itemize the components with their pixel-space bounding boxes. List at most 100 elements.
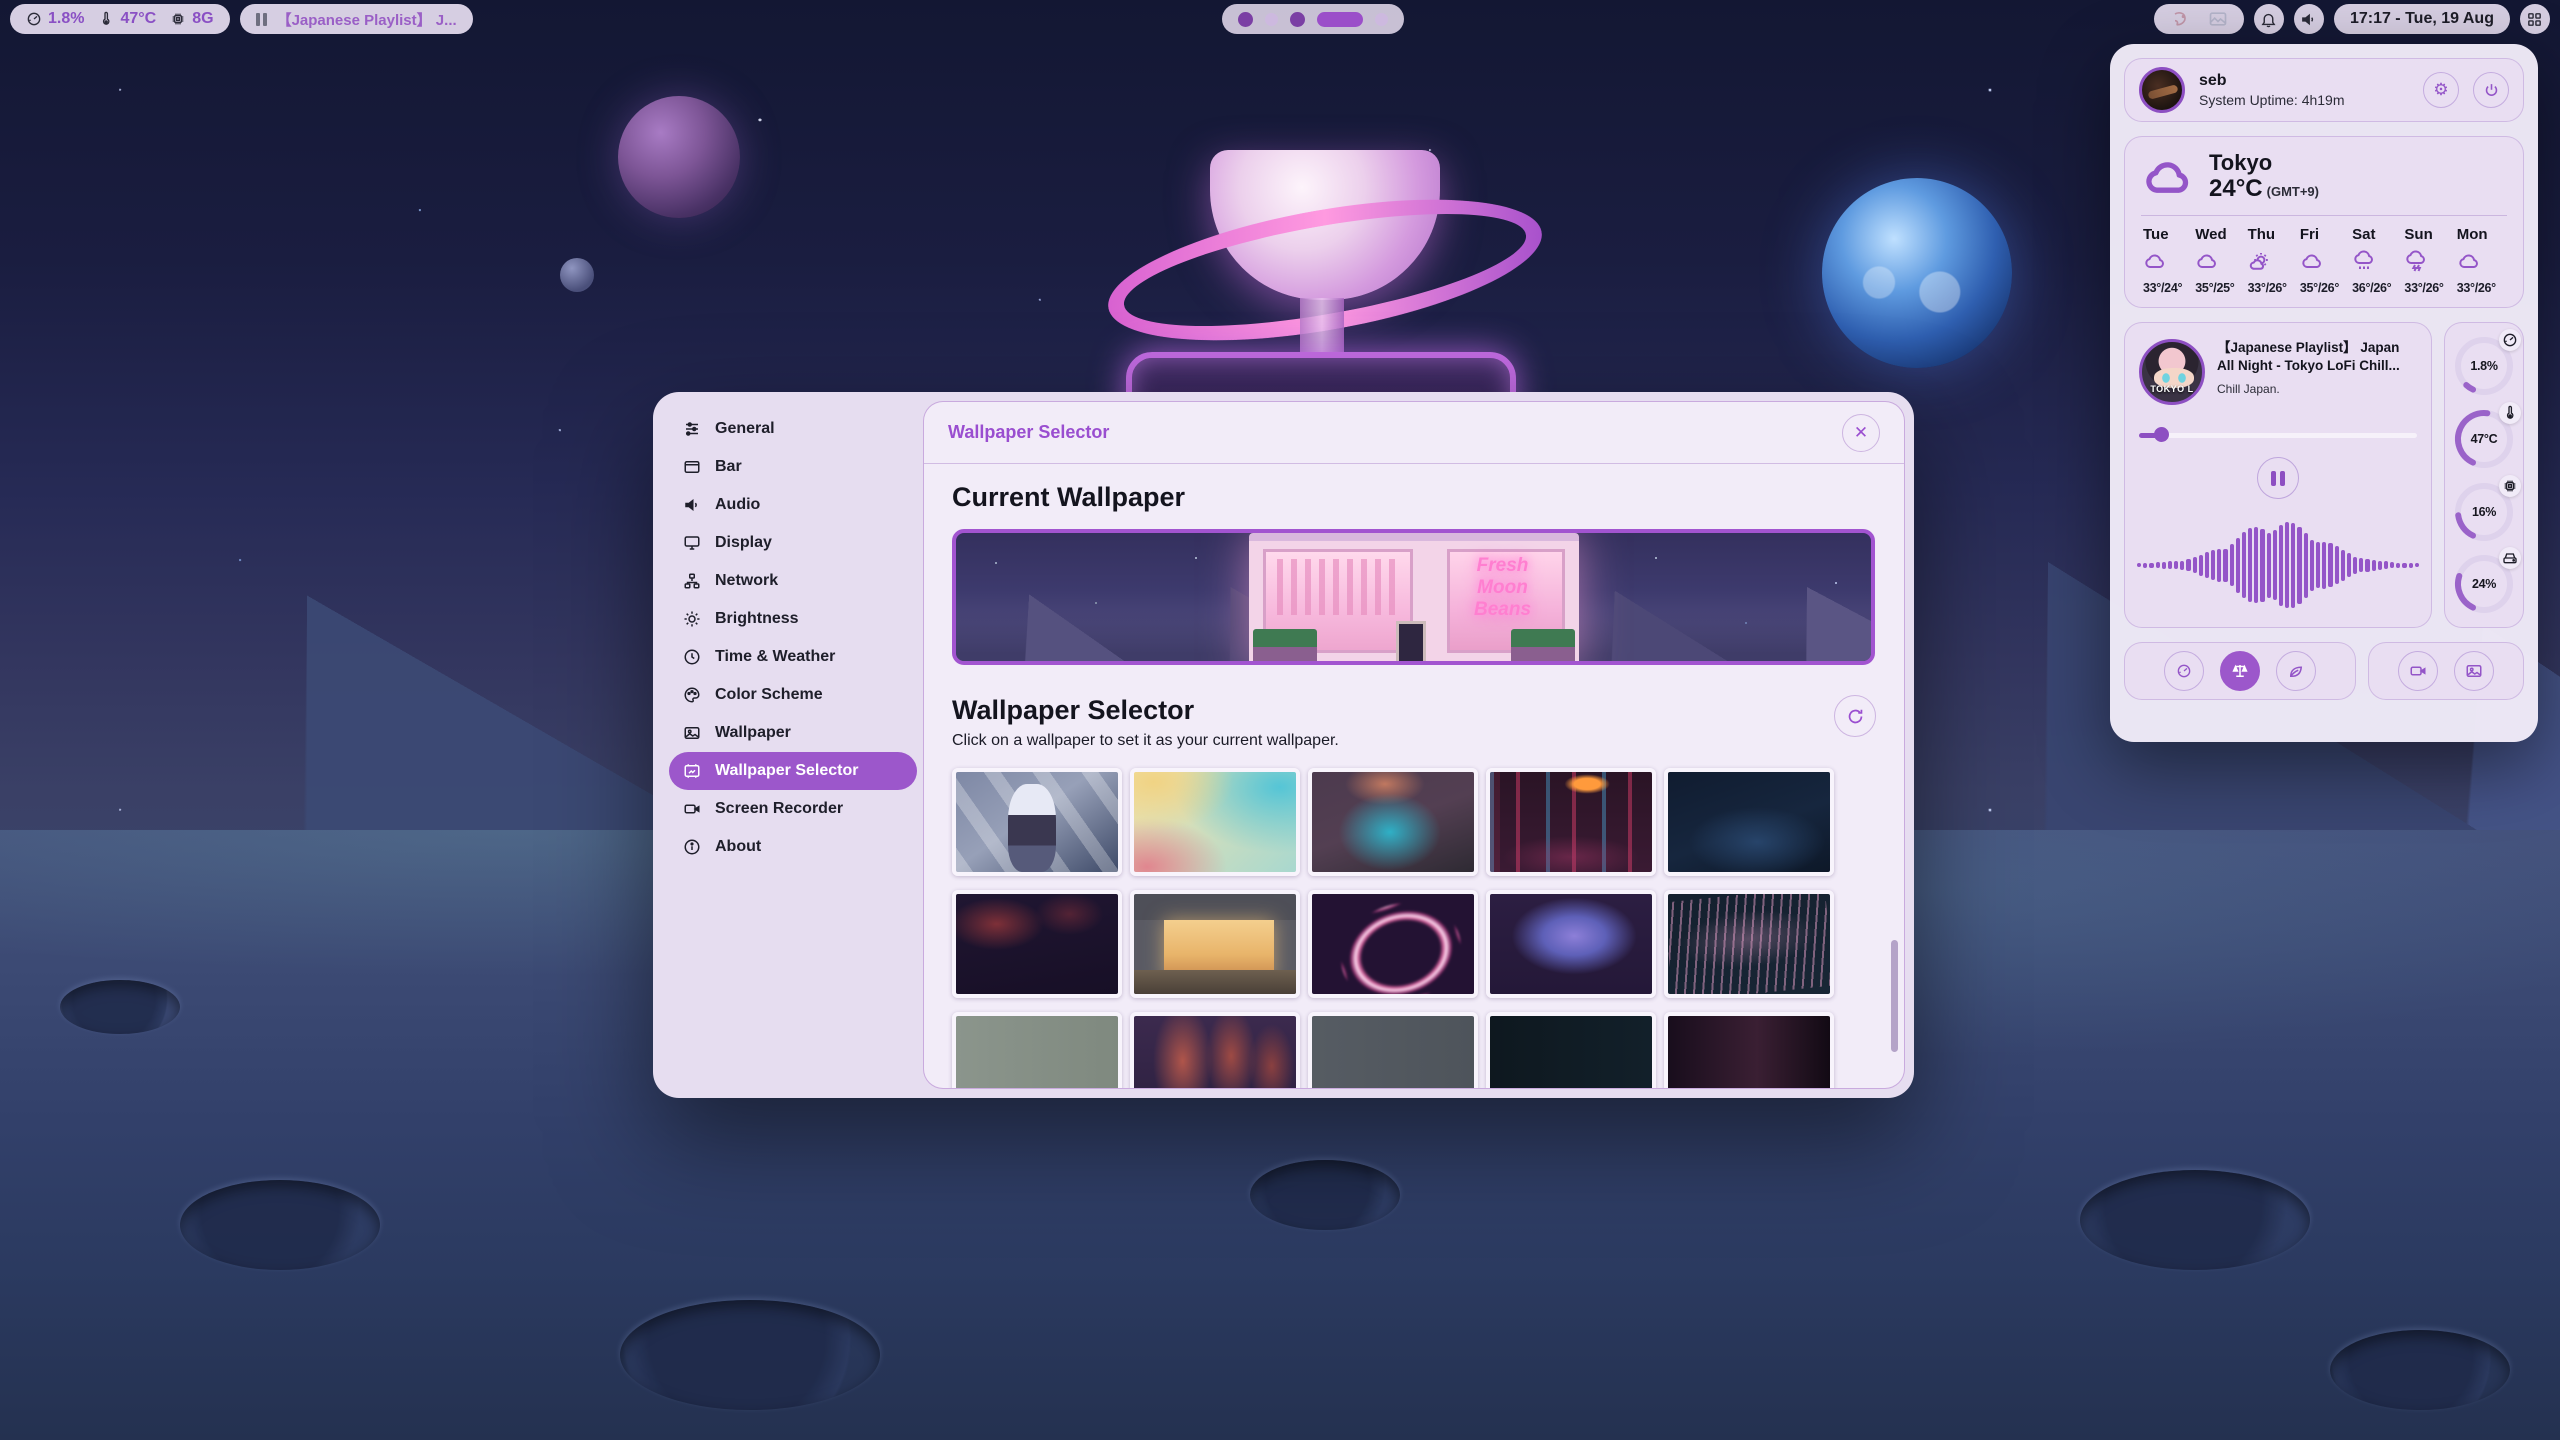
sidebar-item-brightness[interactable]: Brightness (669, 600, 917, 638)
saturn-cup-art (1160, 150, 1490, 340)
sidebar-item-wallpaper-selector[interactable]: Wallpaper Selector (669, 752, 917, 790)
wallpaper-thumb-purple-ring[interactable] (1308, 890, 1478, 998)
weather-temp: 24°C (2209, 175, 2263, 202)
media-player-card: TOKYO L 【Japanese Playlist】 Japan All Ni… (2124, 322, 2432, 628)
power-button[interactable] (2473, 72, 2509, 108)
cloud-icon (2195, 250, 2219, 274)
sidebar-item-time-weather[interactable]: Time & Weather (669, 638, 917, 676)
network-icon (683, 572, 701, 590)
media-pill[interactable]: 【Japanese Playlist】 J... (240, 4, 473, 34)
shrimp-app-icon[interactable] (2170, 9, 2190, 29)
wallpaper-thumb-mesh-wave[interactable] (1664, 890, 1834, 998)
gauge-icon (2499, 329, 2521, 351)
performance-button[interactable] (2164, 651, 2204, 691)
close-icon: ✕ (1854, 423, 1868, 443)
settings-gear-button[interactable]: ⚙ (2423, 72, 2459, 108)
forecast-day-wed: Wed35°/25° (2193, 226, 2245, 295)
sidebar-item-general[interactable]: General (669, 410, 917, 448)
image-icon (2465, 662, 2483, 680)
current-wallpaper-preview: FreshMoonBeans (952, 529, 1875, 665)
clock-pill[interactable]: 17:17 - Tue, 19 Aug (2334, 4, 2510, 34)
sidebar-item-about[interactable]: About (669, 828, 917, 866)
small-moon (560, 258, 594, 292)
speaker-icon (683, 496, 701, 514)
gauge-thermometer: 47°C (2451, 406, 2517, 472)
crater (180, 1180, 380, 1270)
wallpaper-thumb-dark-mountain[interactable] (1664, 768, 1834, 876)
workspace-dot-1[interactable] (1238, 12, 1253, 27)
workspace-indicator[interactable] (1222, 4, 1404, 34)
forecast-day-thu: Thu33°/26° (2246, 226, 2298, 295)
workspace-dot-2[interactable] (1265, 13, 1278, 26)
thermometer-icon (98, 11, 114, 27)
workspace-dot-3[interactable] (1290, 12, 1305, 27)
wallpaper-thumb-neon-arcade[interactable] (1486, 768, 1656, 876)
power-saver-button[interactable] (2276, 651, 2316, 691)
seek-slider[interactable] (2139, 427, 2417, 441)
slider-knob[interactable] (2154, 427, 2169, 442)
gauge-chip: 16% (2451, 479, 2517, 545)
system-stats-pill[interactable]: 1.8%47°C8G (10, 4, 230, 34)
wallpaper-thumb-lofi-cafe[interactable] (1130, 890, 1300, 998)
quick-actions-card (2368, 642, 2524, 700)
wallpaper-thumb-crimson-forest[interactable] (952, 890, 1122, 998)
scales-icon (2231, 662, 2249, 680)
user-name: seb (2199, 72, 2409, 90)
power-profile-card (2124, 642, 2356, 700)
purple-planet (618, 96, 740, 218)
workspace-dot-4[interactable] (1317, 12, 1363, 27)
speaker-icon[interactable] (2294, 4, 2324, 34)
brightness-icon (683, 610, 701, 628)
cloud-icon (2143, 250, 2167, 274)
refresh-button[interactable] (1834, 695, 1876, 737)
scrollbar-thumb[interactable] (1891, 940, 1898, 1052)
sidebar-item-color-scheme[interactable]: Color Scheme (669, 676, 917, 714)
wallpaper-thumb-anime-crosswalk[interactable] (952, 768, 1122, 876)
wallpaper-thumb-pastel-gradient[interactable] (1130, 768, 1300, 876)
track-title: 【Japanese Playlist】 Japan All Night - To… (2217, 339, 2417, 375)
wallpaper-thumb-slate-grey[interactable] (1308, 1012, 1478, 1089)
system-tray-pill[interactable] (2154, 4, 2244, 34)
cloud-icon (2300, 250, 2324, 274)
stat-thermometer: 47°C (98, 10, 156, 28)
settings-sidebar: GeneralBarAudioDisplayNetworkBrightnessT… (669, 410, 917, 866)
sidebar-item-bar[interactable]: Bar (669, 448, 917, 486)
wallpaper-thumb-sage-grey[interactable] (952, 1012, 1122, 1089)
settings-content-panel: Wallpaper Selector ✕ Current Wallpaper F… (923, 401, 1905, 1089)
pause-button[interactable] (2257, 457, 2299, 499)
forecast-day-mon: Mon33°/26° (2455, 226, 2507, 295)
track-artist: Chill Japan. (2217, 382, 2417, 396)
screen-record-button[interactable] (2398, 651, 2438, 691)
crater (2080, 1170, 2310, 1270)
crater (620, 1300, 880, 1410)
wallpaper-button[interactable] (2454, 651, 2494, 691)
wallpaper-thumb-nebula-forest[interactable] (1486, 890, 1656, 998)
sidebar-item-screen-recorder[interactable]: Screen Recorder (669, 790, 917, 828)
sidebar-item-display[interactable]: Display (669, 524, 917, 562)
chip-icon (170, 11, 186, 27)
dashboard-icon[interactable] (2520, 4, 2550, 34)
sidebar-item-wallpaper[interactable]: Wallpaper (669, 714, 917, 752)
bell-icon[interactable] (2254, 4, 2284, 34)
wallpaper-thumb-teal-blur[interactable] (1308, 768, 1478, 876)
partly-sunny-icon (2248, 250, 2272, 274)
wallpaper-thumb-autumn-trees[interactable] (1130, 1012, 1300, 1089)
close-button[interactable]: ✕ (1842, 414, 1880, 452)
system-uptime: System Uptime: 4h19m (2199, 92, 2409, 108)
stat-chip: 8G (170, 10, 213, 28)
wallpaper-thumb-dark-plum[interactable] (1664, 1012, 1834, 1089)
desktop: 1.8%47°C8G 【Japanese Playlist】 J... 17:1… (0, 0, 2560, 1440)
forecast-row: Tue33°/24°Wed35°/25°Thu33°/26°Fri35°/26°… (2141, 226, 2507, 295)
window-title: Wallpaper Selector (948, 422, 1109, 443)
workspace-dot-5[interactable] (1375, 13, 1388, 26)
media-pill-label: 【Japanese Playlist】 J... (277, 9, 457, 30)
sidebar-item-network[interactable]: Network (669, 562, 917, 600)
wallpaper-thumb-dark-teal[interactable] (1486, 1012, 1656, 1089)
clock-icon (683, 648, 701, 666)
image-app-icon[interactable] (2208, 9, 2228, 29)
gauge-icon (26, 11, 42, 27)
sidebar-item-audio[interactable]: Audio (669, 486, 917, 524)
clock-label: 17:17 - Tue, 19 Aug (2350, 10, 2494, 28)
forecast-day-fri: Fri35°/26° (2298, 226, 2350, 295)
balanced-button[interactable] (2220, 651, 2260, 691)
